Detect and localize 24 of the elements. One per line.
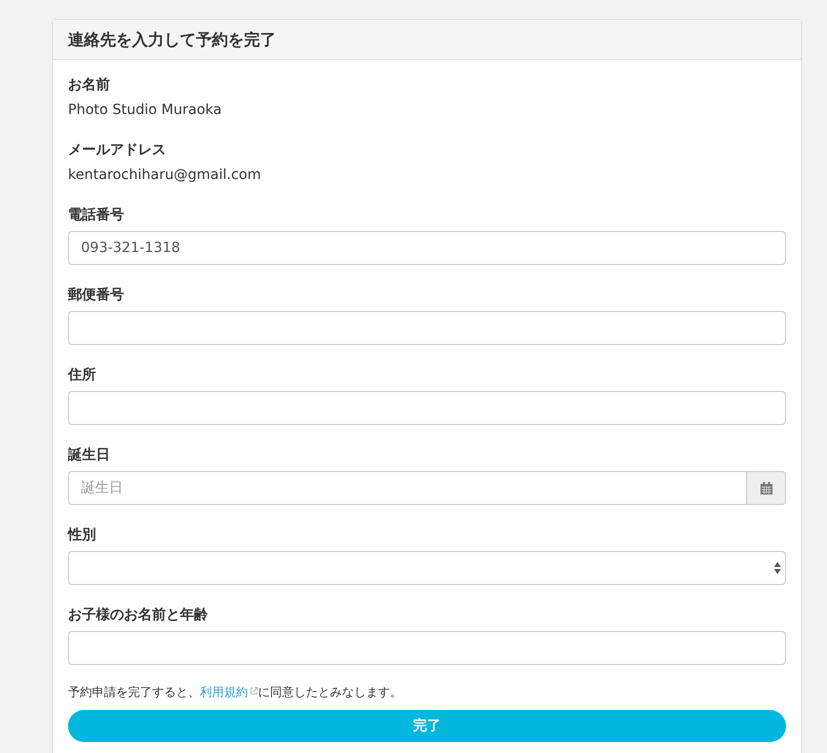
panel-title: 連絡先を入力して予約を完了 xyxy=(68,28,276,50)
field-value: Photo Studio Muraoka xyxy=(68,101,223,120)
terms-notice: 予約申請を完了すると、利用規約 に同意したとみなします。 xyxy=(68,684,403,701)
sort-arrows-icon xyxy=(774,562,781,574)
field-label: 性別 xyxy=(68,526,97,545)
text-field[interactable]: 093-321-1318 xyxy=(68,231,786,265)
calendar-button[interactable] xyxy=(747,471,786,505)
external-link-icon xyxy=(250,687,258,695)
date-field[interactable]: 誕生日 xyxy=(68,471,747,505)
terms-link[interactable]: 利用規約 xyxy=(200,685,258,699)
field-value: kentarochiharu@gmail.com xyxy=(68,166,262,185)
text-field[interactable] xyxy=(68,631,786,665)
field-label: 誕生日 xyxy=(68,446,111,465)
calendar-icon xyxy=(760,482,772,494)
field-label: お名前 xyxy=(68,76,111,95)
text-field[interactable] xyxy=(68,311,786,345)
field-label: 郵便番号 xyxy=(68,286,125,305)
select-field[interactable] xyxy=(68,551,786,585)
field-label: 住所 xyxy=(68,366,97,385)
submit-button[interactable]: 完了 xyxy=(68,710,786,742)
field-label: メールアドレス xyxy=(68,141,167,160)
field-label: 電話番号 xyxy=(68,206,125,225)
field-label: お子様のお名前と年齢 xyxy=(68,606,209,625)
text-field[interactable] xyxy=(68,391,786,425)
